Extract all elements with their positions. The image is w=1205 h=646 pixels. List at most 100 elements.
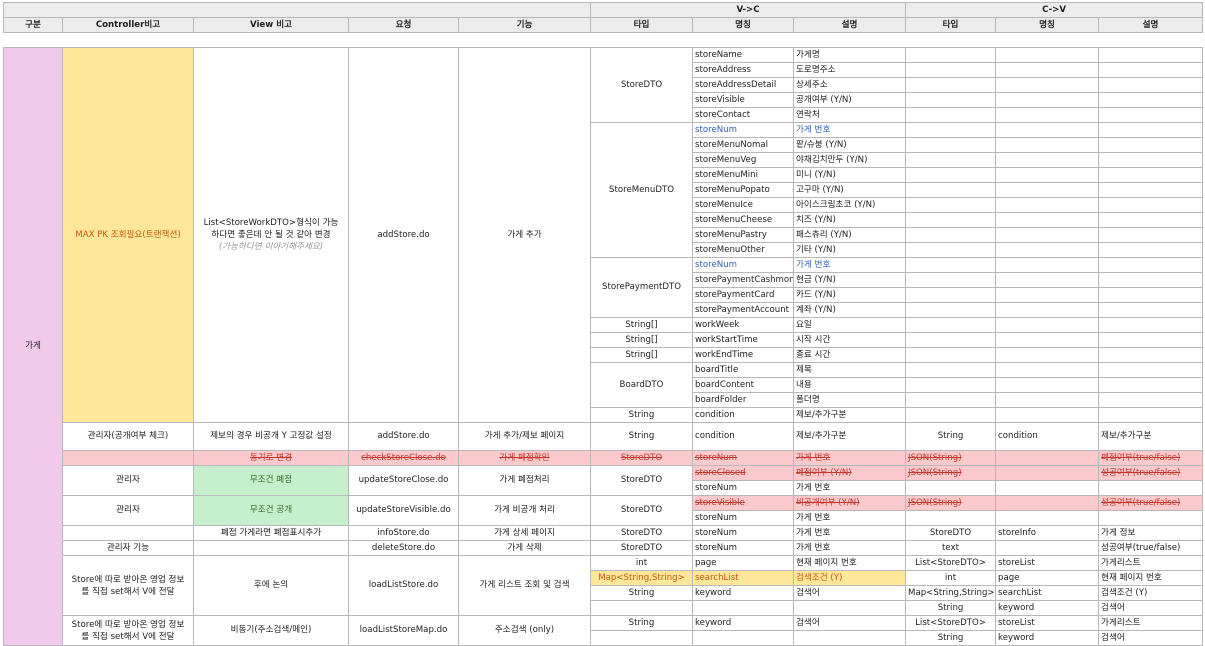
struck-text: 비공개여부 (Y/N) bbox=[796, 497, 860, 508]
param-name: condition bbox=[692, 422, 794, 451]
param-desc: 가게명 bbox=[792, 47, 907, 63]
controller-note bbox=[62, 450, 194, 466]
param-name: storeMenuIce bbox=[692, 197, 794, 213]
deprecated-row: 동기로 변경 checkStoreClose.do 가게 폐점확인 StoreDTO s… bbox=[4, 450, 1204, 466]
controller-note: 관리자(공개여부 체크) bbox=[62, 422, 194, 451]
cv-desc bbox=[1098, 347, 1204, 363]
cv-name bbox=[995, 242, 1100, 258]
cv-name: page bbox=[995, 570, 1100, 586]
cv-name bbox=[995, 495, 1100, 511]
struck-text: storeClosed bbox=[695, 467, 746, 478]
cv-type: JSON(String) bbox=[905, 450, 997, 466]
header-group-vc: V->C bbox=[589, 2, 907, 18]
controller-note: 관리자 bbox=[62, 465, 194, 496]
addstore-view: List<StoreWorkDTO>형식이 가능 하다면 좋은데 안 될 것 같아… bbox=[193, 47, 349, 423]
cv-name bbox=[995, 152, 1100, 168]
param-desc: 상세주소 bbox=[792, 77, 907, 93]
cv-desc bbox=[1098, 392, 1204, 408]
cv-name bbox=[995, 197, 1100, 213]
struck-text: 폐점여부(true/false) bbox=[1101, 452, 1181, 463]
col-type: 타입 bbox=[590, 17, 693, 33]
cv-type: JSON(String) bbox=[905, 495, 997, 511]
param-type: String bbox=[590, 585, 693, 601]
cv-type: String bbox=[905, 600, 997, 616]
addstore-controller: MAX PK 조회필요(트랜잭션) bbox=[62, 47, 194, 423]
cv-desc bbox=[1098, 167, 1204, 183]
controller-note-line: 를 직접 set해서 V에 전달 bbox=[81, 586, 175, 597]
spacer-row bbox=[3, 32, 1203, 48]
cv-name bbox=[995, 122, 1100, 138]
struck-text: checkStoreClose.do bbox=[361, 452, 446, 463]
param-name: storeNum bbox=[692, 122, 794, 138]
param-name bbox=[692, 600, 794, 616]
cv-desc bbox=[1098, 480, 1204, 496]
cv-name bbox=[995, 377, 1100, 393]
param-desc: 검색조건 (Y) bbox=[792, 570, 907, 586]
struck-text: storeNum bbox=[695, 452, 737, 463]
cv-type bbox=[905, 407, 997, 423]
cv-type bbox=[905, 242, 997, 258]
cv-desc: 성공여부(true/false) bbox=[1098, 465, 1204, 481]
param-desc: 검색어 bbox=[792, 615, 907, 631]
cv-name bbox=[995, 302, 1100, 318]
struck-text: 폐점여부 (Y/N) bbox=[796, 467, 852, 478]
param-desc: 고구마 (Y/N) bbox=[792, 182, 907, 198]
spreadsheet: V->C C->V 구분 Controller비고 View 비고 요청 기능 … bbox=[3, 2, 1204, 646]
col-controller: Controller비고 bbox=[62, 17, 194, 33]
param-name: storeNum bbox=[692, 510, 794, 526]
struck-text: JSON(String) bbox=[908, 467, 962, 478]
request-name: infoStore.do bbox=[348, 525, 459, 541]
cv-type: List<StoreDTO> bbox=[905, 555, 997, 571]
param-type: String bbox=[590, 615, 693, 631]
view-note-hint: (가능하다면 이야기해주세요) bbox=[218, 242, 324, 252]
cv-name bbox=[995, 465, 1100, 481]
cv-name bbox=[995, 167, 1100, 183]
param-desc: 시작 시간 bbox=[792, 332, 907, 348]
cv-type bbox=[905, 510, 997, 526]
view-note bbox=[193, 540, 349, 556]
cv-type: String bbox=[905, 630, 997, 646]
param-name: storeMenuNomal bbox=[692, 137, 794, 153]
param-type: StoreDTO bbox=[590, 525, 693, 541]
cv-desc bbox=[1098, 332, 1204, 348]
cv-desc bbox=[1098, 377, 1204, 393]
param-desc: 치즈 (Y/N) bbox=[792, 212, 907, 228]
cv-desc: 가게리스트 bbox=[1098, 615, 1204, 631]
function-name: 주소검색 (only) bbox=[458, 615, 591, 646]
param-type: String[] bbox=[590, 317, 693, 333]
col-name2: 명칭 bbox=[995, 17, 1100, 33]
cv-name bbox=[995, 62, 1100, 78]
cv-desc: 가게 정보 bbox=[1098, 525, 1204, 541]
param-type bbox=[590, 630, 693, 646]
param-desc: 패스츄리 (Y/N) bbox=[792, 227, 907, 243]
param-name: storeAddressDetail bbox=[692, 77, 794, 93]
cv-desc bbox=[1098, 137, 1204, 153]
param-name: storeMenuCheese bbox=[692, 212, 794, 228]
param-desc: 가게 번호 bbox=[792, 510, 907, 526]
param-desc: 기타 (Y/N) bbox=[792, 242, 907, 258]
param-desc: 현금 (Y/N) bbox=[792, 272, 907, 288]
param-type: StoreDTO bbox=[590, 540, 693, 556]
cv-type bbox=[905, 77, 997, 93]
cv-type bbox=[905, 92, 997, 108]
param-desc: 계좌 (Y/N) bbox=[792, 302, 907, 318]
table-row: 관리자 무조건 폐점 updateStoreClose.do 가게 폐점처리 Store… bbox=[4, 465, 1204, 496]
request-name: loadListStoreMap.do bbox=[348, 615, 459, 646]
header-blank bbox=[3, 2, 591, 18]
cv-type: String bbox=[905, 422, 997, 451]
param-name: workWeek bbox=[692, 317, 794, 333]
table-row: 가게 MAX PK 조회필요(트랜잭션) List<StoreWorkDTO>형식이… bbox=[3, 47, 1204, 646]
cv-type: Map<String,String> bbox=[905, 585, 997, 601]
request-name: updateStoreVisible.do bbox=[348, 495, 459, 526]
param-name: storeNum bbox=[692, 525, 794, 541]
function-name: 가게 추가/제보 페이지 bbox=[458, 422, 591, 451]
cv-desc bbox=[1098, 272, 1204, 288]
cv-name bbox=[995, 47, 1100, 63]
category-cell: 가게 bbox=[3, 47, 63, 646]
col-request: 요청 bbox=[348, 17, 459, 33]
param-name: storeMenuMini bbox=[692, 167, 794, 183]
controller-note-line: Store에 따로 받아온 영업 정보 bbox=[71, 619, 185, 630]
cv-desc: 검색어 bbox=[1098, 630, 1204, 646]
cv-type bbox=[905, 137, 997, 153]
cv-desc bbox=[1098, 152, 1204, 168]
